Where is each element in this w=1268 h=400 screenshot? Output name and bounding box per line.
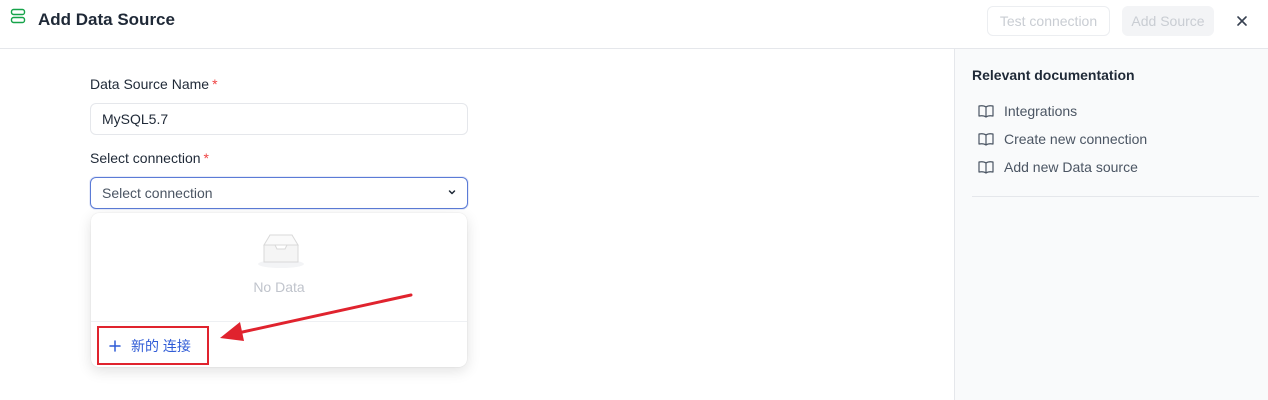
dropdown-divider: [91, 321, 467, 322]
chevron-down-icon: [448, 190, 456, 195]
form-area: Data Source Name * MySQL5.7 Select connec…: [0, 49, 954, 400]
new-connection-button[interactable]: 新的 连接: [97, 326, 209, 365]
doc-link-integrations[interactable]: Integrations: [978, 101, 1077, 121]
data-source-name-input[interactable]: MySQL5.7: [90, 103, 468, 135]
empty-state-text: No Data: [253, 279, 305, 295]
required-marker: *: [203, 150, 209, 166]
close-icon: [1237, 16, 1247, 26]
book-icon: [978, 161, 994, 174]
doc-link-label: Add new Data source: [1004, 159, 1138, 175]
dialog-title: Add Data Source: [38, 10, 175, 29]
dialog-header: Add Data Source Test connection Add Sour…: [0, 0, 1268, 49]
connection-select-placeholder: Select connection: [102, 185, 213, 201]
connection-dropdown: No Data 新的 连接: [91, 213, 467, 367]
connection-field-label: Select connection *: [90, 150, 209, 166]
test-connection-button[interactable]: Test connection: [987, 6, 1110, 36]
name-label-text: Data Source Name: [90, 76, 210, 92]
name-field-label: Data Source Name *: [90, 76, 218, 92]
book-icon: [978, 105, 994, 118]
plus-icon: [109, 339, 121, 352]
doc-link-create-connection[interactable]: Create new connection: [978, 129, 1147, 149]
doc-link-add-data-source[interactable]: Add new Data source: [978, 157, 1138, 177]
empty-inbox-icon: [258, 234, 304, 268]
required-marker: *: [212, 76, 218, 92]
close-button[interactable]: [1231, 10, 1253, 32]
book-icon: [978, 133, 994, 146]
new-connection-label: 新的 连接: [131, 337, 191, 354]
doc-link-label: Create new connection: [1004, 131, 1148, 147]
sidebar-divider: [972, 196, 1259, 197]
add-source-button[interactable]: Add Source: [1122, 6, 1214, 36]
connection-select[interactable]: Select connection: [90, 177, 468, 209]
connection-label-text: Select connection: [90, 150, 201, 166]
documentation-sidebar: Relevant documentation Integrations Crea…: [954, 49, 1268, 400]
doc-link-label: Integrations: [1004, 103, 1078, 119]
documentation-title: Relevant documentation: [972, 67, 1135, 83]
datasource-icon: [10, 8, 26, 24]
